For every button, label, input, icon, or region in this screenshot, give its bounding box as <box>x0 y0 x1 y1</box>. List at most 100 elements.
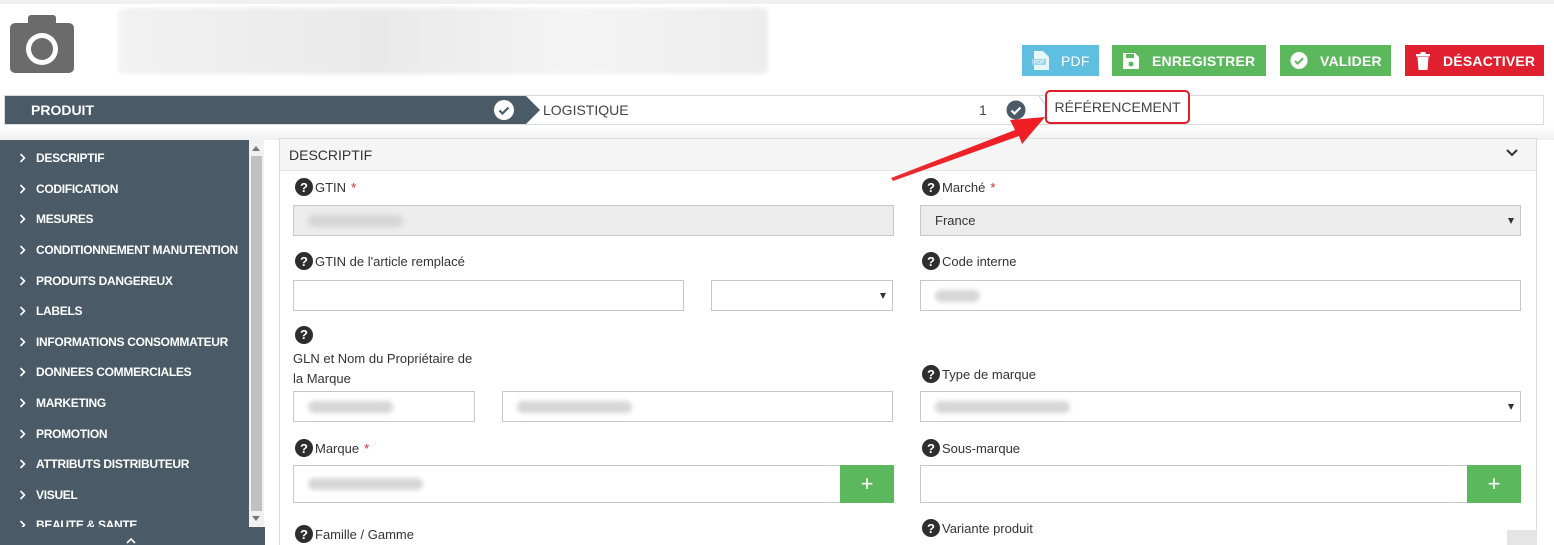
marche-select[interactable]: France <box>920 205 1521 236</box>
gln-input[interactable] <box>293 391 475 422</box>
sidebar-item[interactable]: DESCRIPTIF <box>0 143 249 174</box>
sidebar-item[interactable]: CONDITIONNEMENT MANUTENTION <box>0 235 249 266</box>
gln-name-input[interactable] <box>502 391 893 422</box>
marche-label: ? Marché * <box>922 178 995 196</box>
pdf-button[interactable]: PDF PDF <box>1022 45 1099 76</box>
panel-header[interactable]: DESCRIPTIF <box>280 139 1536 171</box>
caret-down-icon <box>1508 218 1514 224</box>
sidebar-item[interactable]: INFORMATIONS CONSOMMATEUR <box>0 327 249 358</box>
add-sous-marque-button[interactable]: + <box>1467 465 1521 503</box>
type-marque-select[interactable] <box>920 391 1521 422</box>
sidebar-item-label: PRODUITS DANGEREUX <box>36 273 173 288</box>
sidebar-item[interactable]: CODIFICATION <box>0 174 249 205</box>
gtin-remplace-label: ? GTIN de l'article remplacé <box>295 252 465 270</box>
help-icon[interactable]: ? <box>295 252 313 270</box>
help-icon[interactable]: ? <box>295 525 313 543</box>
save-icon <box>1122 52 1140 70</box>
svg-text:PDF: PDF <box>1034 60 1044 66</box>
gtin-label: ? GTIN * <box>295 178 356 196</box>
sidebar-item-label: INFORMATIONS CONSOMMATEUR <box>36 334 229 349</box>
help-icon[interactable]: ? <box>295 178 313 196</box>
sidebar-item-label: VISUEL <box>36 487 78 502</box>
sidebar-item-label: DONNEES COMMERCIALES <box>36 365 192 380</box>
help-icon[interactable]: ? <box>922 252 940 270</box>
pdf-label: PDF <box>1061 52 1090 69</box>
camera-icon[interactable] <box>10 13 74 73</box>
sidebar-item[interactable]: PRODUITS DANGEREUX <box>0 265 249 296</box>
check-circle-icon <box>1290 51 1308 70</box>
chevron-up-icon[interactable] <box>126 538 136 544</box>
chevron-right-icon <box>19 459 26 469</box>
chevron-right-icon <box>19 153 26 163</box>
caret-down-icon <box>1508 404 1514 410</box>
validate-button[interactable]: VALIDER <box>1280 45 1391 76</box>
save-label: ENREGISTRER <box>1152 52 1256 69</box>
tab-logistique-label: LOGISTIQUE <box>543 102 629 118</box>
pdf-icon: PDF <box>1032 51 1049 70</box>
sous-marque-input[interactable] <box>920 465 1469 503</box>
sidebar-item-label: CODIFICATION <box>36 181 119 196</box>
chevron-right-icon <box>19 520 26 527</box>
tab-logistique[interactable]: LOGISTIQUE <box>543 96 629 124</box>
gtin-remplace-select[interactable] <box>711 280 893 311</box>
check-circle-icon <box>494 100 514 120</box>
sidebar-item-label: PROMOTION <box>36 426 108 441</box>
help-icon[interactable]: ? <box>922 439 940 457</box>
marque-label: ? Marque * <box>295 439 369 457</box>
sidebar-item[interactable]: ATTRIBUTS DISTRIBUTEUR <box>0 449 249 480</box>
sidebar-item[interactable]: VISUEL <box>0 480 249 511</box>
deactivate-button[interactable]: DÉSACTIVER <box>1405 45 1544 76</box>
type-marque-label: ? Type de marque <box>922 365 1036 383</box>
tab-referencement[interactable]: RÉFÉRENCEMENT <box>1045 90 1190 124</box>
validate-label: VALIDER <box>1320 52 1382 69</box>
sidebar-item-label: BEAUTE & SANTE <box>36 518 138 527</box>
plus-icon: + <box>860 471 874 496</box>
plus-icon: + <box>1487 471 1501 496</box>
header: PDF PDF ENREGISTRER VALIDER DÉSACTIVER <box>0 0 1554 93</box>
help-icon[interactable]: ? <box>295 326 313 344</box>
gtin-input[interactable] <box>293 205 894 236</box>
scroll-thumb[interactable] <box>251 156 262 511</box>
sidebar-item-label: LABELS <box>36 304 83 319</box>
help-icon[interactable]: ? <box>922 178 940 196</box>
code-interne-input[interactable] <box>920 280 1521 311</box>
scroll-corner <box>1507 530 1537 545</box>
famille-label: ? Famille / Gamme <box>295 525 414 543</box>
workflow-tabs: PRODUIT LOGISTIQUE 1 RÉFÉRENCEMENT <box>4 90 1544 125</box>
gln-label: ? GLN et Nom du Propriétaire de la Marqu… <box>293 326 473 386</box>
top-strip <box>0 0 1554 4</box>
variante-label: ? Variante produit <box>922 519 1033 537</box>
sidebar-item[interactable]: DONNEES COMMERCIALES <box>0 357 249 388</box>
gtin-remplace-input[interactable] <box>293 280 684 311</box>
code-interne-label: ? Code interne <box>922 252 1016 270</box>
save-button[interactable]: ENREGISTRER <box>1112 45 1266 76</box>
tab-logistique-count: 1 <box>979 102 987 118</box>
sidebar-item[interactable]: PROMOTION <box>0 418 249 449</box>
trash-icon <box>1415 51 1431 70</box>
tab-produit[interactable]: PRODUIT <box>5 96 540 124</box>
chevron-right-icon <box>19 337 26 347</box>
sidebar-item[interactable]: MESURES <box>0 204 249 235</box>
chevron-right-icon <box>19 429 26 439</box>
caret-down-icon <box>880 293 886 299</box>
chevron-right-icon <box>19 276 26 286</box>
add-marque-button[interactable]: + <box>840 465 894 503</box>
help-icon[interactable]: ? <box>295 439 313 457</box>
sidebar-item[interactable]: MARKETING <box>0 388 249 419</box>
sidebar-item-label: MESURES <box>36 212 94 227</box>
scroll-up-icon[interactable] <box>252 146 260 151</box>
help-icon[interactable]: ? <box>922 365 940 383</box>
sidebar-item[interactable]: LABELS <box>0 296 249 327</box>
product-title-redacted <box>118 8 768 74</box>
chevron-right-icon <box>19 490 26 500</box>
sidebar-item-label: CONDITIONNEMENT MANUTENTION <box>36 243 238 258</box>
help-icon[interactable]: ? <box>922 519 940 537</box>
chevron-right-icon <box>19 398 26 408</box>
sidebar-scrollbar[interactable] <box>249 140 264 527</box>
scroll-down-icon[interactable] <box>252 516 260 521</box>
marque-input[interactable] <box>293 465 842 503</box>
chevron-down-icon[interactable] <box>1506 149 1518 157</box>
sidebar-item-label: ATTRIBUTS DISTRIBUTEUR <box>36 457 190 472</box>
tab-referencement-label: RÉFÉRENCEMENT <box>1054 99 1181 115</box>
sidebar-item[interactable]: BEAUTE & SANTE <box>0 510 249 527</box>
